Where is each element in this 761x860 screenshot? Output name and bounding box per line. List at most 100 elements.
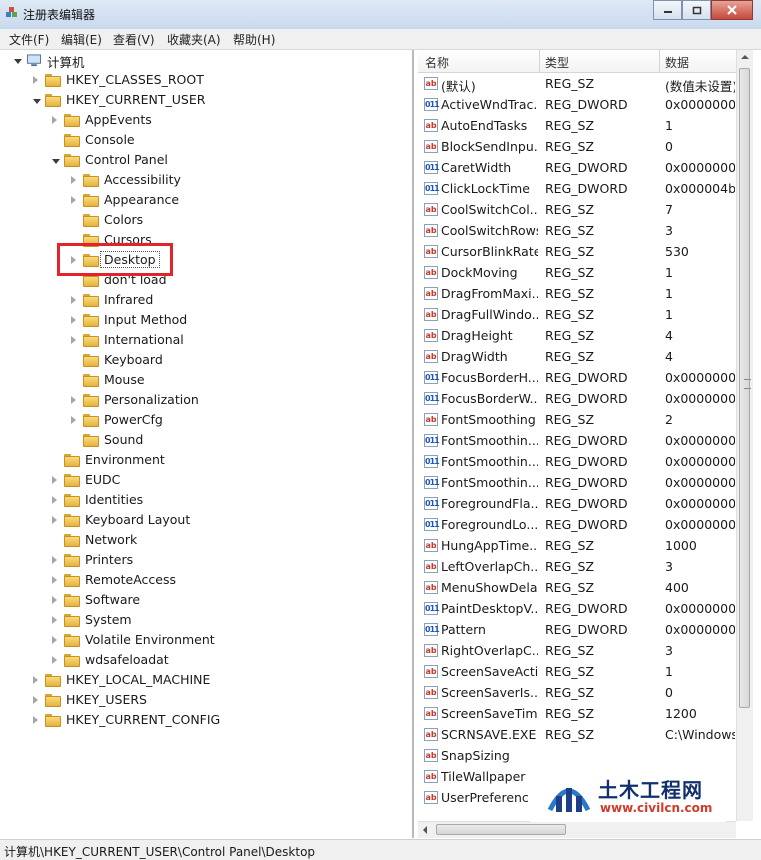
value-row[interactable]: 011ForegroundLo... REG_DWORD 0x00000000 xyxy=(418,515,736,536)
tree-node-label[interactable]: Sound xyxy=(104,432,143,447)
value-row[interactable]: 011ForegroundFla... REG_DWORD 0x00000007 xyxy=(418,494,736,515)
collapsed-arrow-icon[interactable] xyxy=(52,636,57,644)
value-row[interactable]: 011FocusBorderW... REG_DWORD 0x00000001 xyxy=(418,389,736,410)
collapsed-arrow-icon[interactable] xyxy=(52,656,57,664)
values-pane[interactable]: 名称 类型 数据 ab (默认) REG_SZ (数值未设置) 011 ActiveWnd… xyxy=(418,50,736,838)
close-button[interactable] xyxy=(711,0,753,20)
collapsed-arrow-icon[interactable] xyxy=(52,496,57,504)
collapsed-arrow-icon[interactable] xyxy=(71,176,76,184)
column-divider[interactable] xyxy=(659,50,660,72)
value-row[interactable]: 011Pattern REG_DWORD 0x00000000 xyxy=(418,620,736,641)
tree-node-label[interactable]: Keyboard xyxy=(104,352,163,367)
column-header-data[interactable]: 数据 xyxy=(665,54,689,71)
tree-node-label[interactable]: Control Panel xyxy=(85,152,168,167)
value-row[interactable]: ab ScreenSaverIs... REG_SZ 0 xyxy=(418,683,736,704)
expanded-arrow-icon[interactable] xyxy=(52,159,60,164)
collapsed-arrow-icon[interactable] xyxy=(71,396,76,404)
collapsed-arrow-icon[interactable] xyxy=(52,516,57,524)
collapsed-arrow-icon[interactable] xyxy=(71,416,76,424)
collapsed-arrow-icon[interactable] xyxy=(33,76,38,84)
value-row[interactable]: 011ActiveWndTrac... REG_DWORD 0x00000000 xyxy=(418,95,736,116)
value-row[interactable]: ab SCRNSAVE.EXE REG_SZ C:\Windows\ xyxy=(418,725,736,746)
collapsed-arrow-icon[interactable] xyxy=(71,196,76,204)
value-row[interactable]: 011FontSmoothin... REG_DWORD 0x00000002 xyxy=(418,473,736,494)
expanded-arrow-icon[interactable] xyxy=(14,59,22,64)
value-row[interactable]: 011FontSmoothin... REG_DWORD 0x00000000 xyxy=(418,431,736,452)
value-row[interactable]: ab CoolSwitchRows REG_SZ 3 xyxy=(418,221,736,242)
vertical-scroll-thumb[interactable] xyxy=(739,68,751,708)
menu-edit[interactable]: 编辑(E) xyxy=(61,31,102,48)
value-row[interactable]: ab DragWidth REG_SZ 4 xyxy=(418,347,736,368)
collapsed-arrow-icon[interactable] xyxy=(52,116,57,124)
expanded-arrow-icon[interactable] xyxy=(33,99,41,104)
value-row[interactable]: ab AutoEndTasks REG_SZ 1 xyxy=(418,116,736,137)
value-row[interactable]: ab RightOverlapC... REG_SZ 3 xyxy=(418,641,736,662)
column-header-type[interactable]: 类型 xyxy=(545,54,569,71)
tree-node-label[interactable]: wdsafeloadat xyxy=(85,652,169,667)
menu-favorites[interactable]: 收藏夹(A) xyxy=(167,31,221,48)
value-row[interactable]: abScreenSaveActi... REG_SZ 1 xyxy=(418,662,736,683)
menu-file[interactable]: 文件(F) xyxy=(9,31,49,48)
tree-node-label[interactable]: HKEY_CURRENT_CONFIG xyxy=(66,712,220,727)
collapsed-arrow-icon[interactable] xyxy=(33,676,38,684)
tree-node-label[interactable]: HKEY_LOCAL_MACHINE xyxy=(66,672,210,687)
horizontal-scrollbar[interactable] xyxy=(418,821,736,838)
collapsed-arrow-icon[interactable] xyxy=(52,556,57,564)
value-row[interactable]: ab CursorBlinkRate REG_SZ 530 xyxy=(418,242,736,263)
value-row[interactable]: ab DragHeight REG_SZ 4 xyxy=(418,326,736,347)
tree-node-label[interactable]: Input Method xyxy=(104,312,187,327)
value-row[interactable]: ab CoolSwitchCol... REG_SZ 7 xyxy=(418,200,736,221)
column-header-name[interactable]: 名称 xyxy=(425,54,449,71)
tree-node-label[interactable]: Volatile Environment xyxy=(85,632,215,647)
tree-node-label[interactable]: Printers xyxy=(85,552,133,567)
tree-node-label[interactable]: Appearance xyxy=(104,192,179,207)
horizontal-scroll-thumb[interactable] xyxy=(436,824,566,835)
collapsed-arrow-icon[interactable] xyxy=(33,716,38,724)
value-row[interactable]: ab LeftOverlapCh... REG_SZ 3 xyxy=(418,557,736,578)
value-row[interactable]: 011CaretWidth REG_DWORD 0x00000001 xyxy=(418,158,736,179)
scroll-up-icon[interactable] xyxy=(741,54,749,60)
value-row[interactable]: 011PaintDesktopV... REG_DWORD 0x00000000 xyxy=(418,599,736,620)
scroll-left-icon[interactable] xyxy=(422,826,428,834)
menu-view[interactable]: 查看(V) xyxy=(113,31,155,48)
tree-node-label[interactable]: System xyxy=(85,612,132,627)
menu-help[interactable]: 帮助(H) xyxy=(233,31,275,48)
value-row[interactable]: abScreenSaveTim... REG_SZ 1200 xyxy=(418,704,736,725)
registry-tree[interactable]: 计算机 HKEY_CLASSES_ROOT HKEY_CURRENT_USER App… xyxy=(0,50,414,838)
value-row[interactable]: ab (默认) REG_SZ (数值未设置) xyxy=(418,74,736,95)
tree-node-label[interactable]: Identities xyxy=(85,492,143,507)
value-row[interactable]: 011ClickLockTime REG_DWORD 0x000004b0 xyxy=(418,179,736,200)
tree-node-label[interactable]: Network xyxy=(85,532,137,547)
tree-node-label[interactable]: Infrared xyxy=(104,292,153,307)
value-row[interactable]: 011FocusBorderH... REG_DWORD 0x00000001 xyxy=(418,368,736,389)
tree-node-label[interactable]: Software xyxy=(85,592,140,607)
collapsed-arrow-icon[interactable] xyxy=(52,476,57,484)
tree-node-label[interactable]: EUDC xyxy=(85,472,120,487)
value-row[interactable]: ab MenuShowDelay REG_SZ 400 xyxy=(418,578,736,599)
tree-node-label[interactable]: 计算机 xyxy=(47,52,85,71)
value-row[interactable]: ab SnapSizing xyxy=(418,746,736,767)
tree-node-label[interactable]: RemoteAccess xyxy=(85,572,176,587)
collapsed-arrow-icon[interactable] xyxy=(71,296,76,304)
collapsed-arrow-icon[interactable] xyxy=(71,316,76,324)
tree-node-label[interactable]: International xyxy=(104,332,184,347)
tree-node-label[interactable]: AppEvents xyxy=(85,112,152,127)
tree-node-label[interactable]: HKEY_USERS xyxy=(66,692,147,707)
tree-node-label[interactable]: Keyboard Layout xyxy=(85,512,190,527)
column-divider[interactable] xyxy=(539,50,540,72)
tree-node-label[interactable]: Console xyxy=(85,132,135,147)
value-row[interactable]: ab BlockSendInpu... REG_SZ 0 xyxy=(418,137,736,158)
tree-node-label[interactable]: Accessibility xyxy=(104,172,181,187)
value-row[interactable]: ab DragFullWindo... REG_SZ 1 xyxy=(418,305,736,326)
value-row[interactable]: ab DockMoving REG_SZ 1 xyxy=(418,263,736,284)
collapsed-arrow-icon[interactable] xyxy=(33,696,38,704)
tree-node-label[interactable]: Personalization xyxy=(104,392,199,407)
collapsed-arrow-icon[interactable] xyxy=(52,596,57,604)
maximize-button[interactable] xyxy=(682,0,711,20)
collapsed-arrow-icon[interactable] xyxy=(71,336,76,344)
tree-node-label[interactable]: PowerCfg xyxy=(104,412,163,427)
vertical-scrollbar[interactable] xyxy=(736,50,753,821)
tree-node-label[interactable]: HKEY_CLASSES_ROOT xyxy=(66,72,204,87)
tree-node-label[interactable]: Colors xyxy=(104,212,143,227)
tree-node-label[interactable]: Mouse xyxy=(104,372,145,387)
